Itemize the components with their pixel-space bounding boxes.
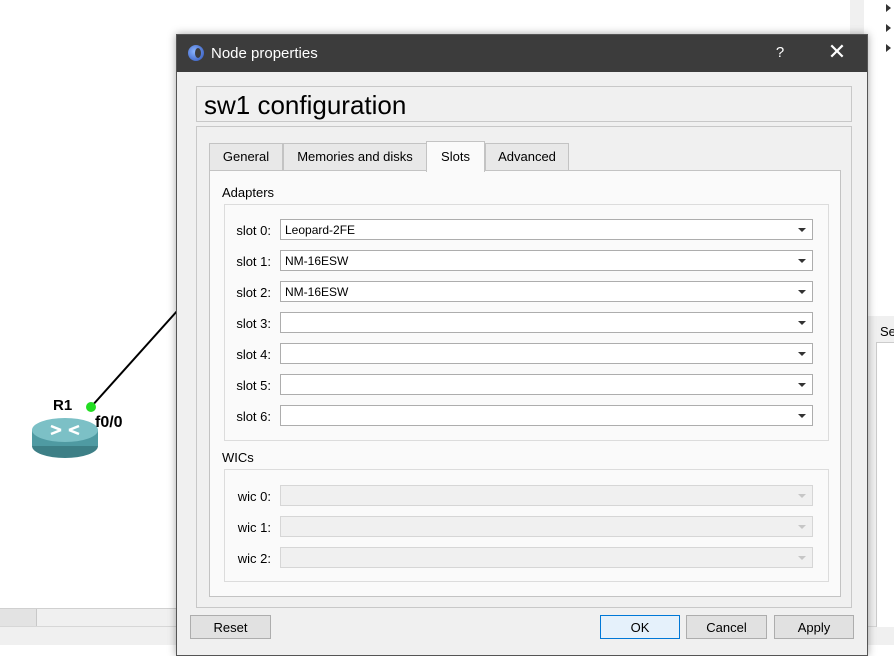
cancel-button[interactable]: Cancel [686, 615, 767, 639]
chevron-down-icon [798, 525, 806, 529]
slot-6-label: slot 6: [236, 409, 271, 424]
slot-0-label: slot 0: [236, 223, 271, 238]
slot-1-select[interactable]: NM-16ESW [280, 250, 813, 271]
tab-slots[interactable]: Slots [426, 141, 485, 172]
router-icon[interactable] [31, 412, 99, 460]
reset-button[interactable]: Reset [190, 615, 271, 639]
horizontal-scrollbar[interactable] [0, 608, 180, 627]
chevron-down-icon [798, 290, 806, 294]
wic-2-label: wic 2: [237, 551, 271, 566]
chevron-down-icon [798, 414, 806, 418]
tab-advanced[interactable]: Advanced [485, 143, 569, 170]
slot-2-label: slot 2: [236, 285, 271, 300]
config-heading: sw1 configuration [204, 90, 407, 120]
slot-4-label: slot 4: [236, 347, 271, 362]
node-label[interactable]: R1 [53, 397, 72, 414]
link-line[interactable] [0, 0, 200, 420]
slot-6-select[interactable] [280, 405, 813, 426]
dock-section-label: Se [880, 324, 894, 339]
config-heading-box: sw1 configuration [196, 86, 852, 122]
ok-button[interactable]: OK [600, 615, 680, 639]
expand-arrow-icon[interactable] [886, 4, 891, 12]
slot-2-value: NM-16ESW [285, 285, 349, 299]
port-status-dot [86, 402, 96, 412]
slot-5-select[interactable] [280, 374, 813, 395]
properties-panel: General Memories and disks Slots Advance… [196, 126, 852, 608]
slots-tab-page: Adapters slot 0: Leopard-2FE slot 1: NM-… [209, 170, 841, 597]
wic-0-select[interactable] [280, 485, 813, 506]
help-button[interactable]: ? [773, 44, 787, 61]
chevron-down-icon [798, 556, 806, 560]
slot-3-select[interactable] [280, 312, 813, 333]
chevron-down-icon [798, 259, 806, 263]
chevron-down-icon [798, 352, 806, 356]
slot-0-select[interactable]: Leopard-2FE [280, 219, 813, 240]
tab-memories-and-disks[interactable]: Memories and disks [283, 143, 427, 170]
slot-1-value: NM-16ESW [285, 254, 349, 268]
chevron-down-icon [798, 383, 806, 387]
dock-tree [864, 0, 894, 316]
slot-3-label: slot 3: [236, 316, 271, 331]
slot-0-value: Leopard-2FE [285, 223, 356, 237]
dock-section-panel [876, 342, 894, 627]
adapters-group-title: Adapters [222, 185, 275, 200]
wic-1-select[interactable] [280, 516, 813, 537]
expand-arrow-icon[interactable] [886, 24, 891, 32]
wics-group: wic 0: wic 1: wic 2: [224, 469, 829, 582]
tab-general[interactable]: General [209, 143, 283, 170]
slot-2-select[interactable]: NM-16ESW [280, 281, 813, 302]
port-label: f0/0 [95, 414, 123, 431]
slot-1-label: slot 1: [236, 254, 271, 269]
close-button[interactable]: ✕ [827, 40, 847, 64]
scrollbar-thumb[interactable] [0, 609, 37, 626]
apply-button[interactable]: Apply [774, 615, 854, 639]
dialog-titlebar[interactable]: Node properties ? ✕ [177, 35, 867, 72]
wic-0-label: wic 0: [237, 489, 271, 504]
wics-group-title: WICs [222, 450, 254, 465]
app-logo-icon [188, 45, 204, 61]
dialog-title: Node properties [211, 45, 318, 62]
wic-2-select[interactable] [280, 547, 813, 568]
expand-arrow-icon[interactable] [886, 44, 891, 52]
node-properties-dialog: Node properties ? ✕ sw1 configuration Ge… [176, 34, 868, 656]
slot-5-label: slot 5: [236, 378, 271, 393]
adapters-group: slot 0: Leopard-2FE slot 1: NM-16ESW slo… [224, 204, 829, 441]
chevron-down-icon [798, 321, 806, 325]
chevron-down-icon [798, 494, 806, 498]
wic-1-label: wic 1: [237, 520, 271, 535]
chevron-down-icon [798, 228, 806, 232]
slot-4-select[interactable] [280, 343, 813, 364]
